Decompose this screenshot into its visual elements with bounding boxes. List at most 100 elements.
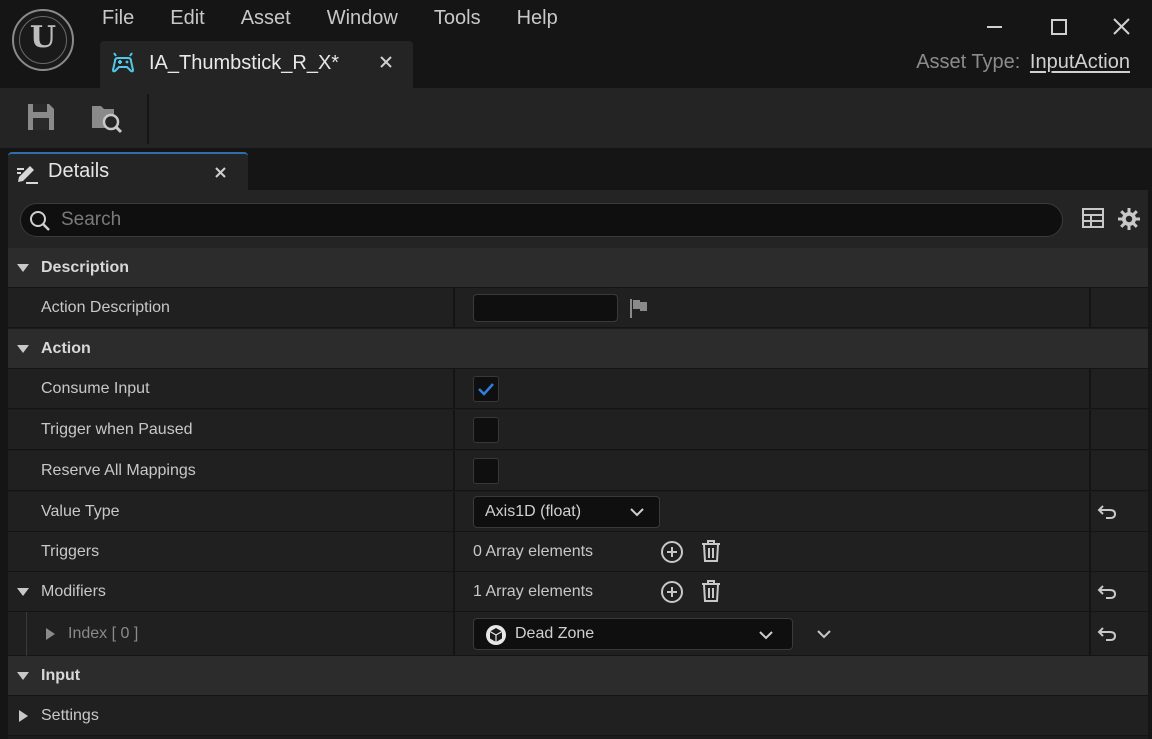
property-label: Consume Input — [41, 380, 150, 397]
column-divider — [1089, 532, 1091, 571]
category-label: Action — [41, 340, 91, 357]
value-type-dropdown[interactable]: Axis1D (float) — [473, 496, 660, 528]
expand-down-icon[interactable] — [16, 262, 30, 274]
details-tab-label: Details — [48, 160, 110, 182]
menu-bar: File Edit Asset Window Tools Help — [102, 6, 594, 30]
trigger-when-paused-checkbox[interactable] — [473, 417, 499, 443]
category-action[interactable]: Action — [8, 329, 1148, 369]
trash-icon[interactable] — [700, 539, 722, 563]
chevron-down-icon — [759, 631, 773, 640]
column-divider[interactable] — [453, 410, 455, 449]
property-row-modifiers[interactable]: Modifiers 1 Array elements — [8, 572, 1148, 612]
search-box[interactable] — [20, 203, 1063, 237]
index-label: Index [ 0 ] — [68, 625, 139, 642]
column-divider[interactable] — [453, 492, 455, 531]
search-row — [8, 190, 1148, 248]
consume-input-checkbox[interactable] — [473, 376, 499, 402]
reset-to-default-icon[interactable] — [1097, 503, 1117, 521]
menu-window[interactable]: Window — [327, 6, 398, 30]
triggers-array-count: 0 Array elements — [473, 543, 594, 560]
property-label: Triggers — [41, 543, 100, 560]
value-type-selected: Axis1D (float) — [485, 503, 582, 520]
column-divider — [1089, 492, 1091, 531]
column-divider — [1089, 288, 1091, 327]
action-description-field[interactable] — [473, 294, 618, 322]
toolbar-separator — [147, 94, 149, 144]
indent-guide — [26, 612, 27, 656]
column-divider[interactable] — [453, 451, 455, 490]
class-cube-icon — [486, 625, 506, 645]
details-tab[interactable]: Details — [8, 152, 248, 192]
column-divider — [1089, 369, 1091, 408]
expand-down-icon[interactable] — [16, 343, 30, 355]
modifier-class-selected: Dead Zone — [515, 625, 595, 642]
reset-to-default-icon[interactable] — [1097, 625, 1117, 643]
property-label: Reserve All Mappings — [41, 462, 196, 479]
asset-type-indicator: Asset Type: InputAction — [916, 51, 1130, 74]
element-options-chevron-icon[interactable] — [816, 628, 832, 640]
property-label: Settings — [41, 707, 99, 724]
property-row-trigger-when-paused: Trigger when Paused — [8, 410, 1148, 450]
column-divider — [1089, 572, 1091, 611]
add-element-icon[interactable] — [660, 580, 684, 604]
asset-type-label: Asset Type: — [916, 51, 1021, 73]
property-label: Trigger when Paused — [41, 421, 193, 438]
toolbar — [0, 88, 1152, 148]
category-label: Description — [41, 259, 130, 276]
property-row-modifier-index-0[interactable]: Index [ 0 ] Dead Zone — [8, 612, 1148, 656]
menu-tools[interactable]: Tools — [434, 6, 481, 30]
menu-asset[interactable]: Asset — [241, 6, 291, 30]
logo-letter: U — [29, 20, 57, 55]
details-panel: Description Action Description Action Co… — [8, 190, 1148, 739]
gear-icon[interactable] — [1117, 207, 1141, 231]
property-label: Modifiers — [41, 583, 106, 600]
close-tab-icon[interactable] — [379, 55, 393, 69]
category-description[interactable]: Description — [8, 248, 1148, 288]
save-icon[interactable] — [24, 100, 58, 134]
menu-edit[interactable]: Edit — [170, 6, 204, 30]
column-divider[interactable] — [453, 532, 455, 571]
trash-icon[interactable] — [700, 579, 722, 603]
close-details-icon[interactable] — [214, 166, 227, 179]
column-divider[interactable] — [453, 612, 455, 655]
category-label: Input — [41, 667, 81, 684]
column-divider[interactable] — [453, 369, 455, 408]
menu-help[interactable]: Help — [517, 6, 558, 30]
maximize-icon[interactable] — [1044, 12, 1074, 42]
modifier-class-dropdown[interactable]: Dead Zone — [473, 618, 793, 650]
localization-flag-icon[interactable] — [628, 297, 650, 319]
search-icon — [30, 211, 50, 231]
category-input[interactable]: Input — [8, 656, 1148, 696]
property-label: Action Description — [41, 299, 170, 316]
property-row-action-description: Action Description — [8, 288, 1148, 328]
browse-folder-icon[interactable] — [89, 100, 123, 134]
input-action-icon — [111, 52, 135, 73]
document-tab[interactable]: IA_Thumbstick_R_X* — [100, 41, 413, 88]
close-window-icon[interactable] — [1107, 12, 1137, 42]
document-tab-label: IA_Thumbstick_R_X* — [149, 52, 340, 74]
property-row-settings[interactable]: Settings — [8, 696, 1148, 736]
checkmark-icon — [478, 383, 494, 396]
table-view-icon[interactable] — [1082, 207, 1104, 229]
expand-down-icon[interactable] — [16, 586, 30, 598]
chevron-down-icon — [630, 508, 644, 517]
menu-file[interactable]: File — [102, 6, 134, 30]
property-row-value-type: Value Type Axis1D (float) — [8, 492, 1148, 532]
expand-right-icon[interactable] — [44, 627, 56, 641]
column-divider — [1089, 410, 1091, 449]
property-row-reserve-all-mappings: Reserve All Mappings — [8, 451, 1148, 491]
unreal-logo-icon[interactable]: U — [12, 9, 74, 71]
add-element-icon[interactable] — [660, 540, 684, 564]
reserve-all-mappings-checkbox[interactable] — [473, 458, 499, 484]
reset-to-default-icon[interactable] — [1097, 583, 1117, 601]
column-divider[interactable] — [453, 572, 455, 611]
column-divider[interactable] — [453, 288, 455, 327]
title-bar: U File Edit Asset Window Tools Help IA_T… — [0, 0, 1152, 88]
expand-down-icon[interactable] — [16, 670, 30, 682]
column-divider — [1089, 612, 1091, 655]
expand-right-icon[interactable] — [16, 710, 30, 722]
minimize-icon[interactable] — [980, 12, 1010, 42]
property-label: Value Type — [41, 503, 120, 520]
asset-type-link[interactable]: InputAction — [1030, 51, 1130, 73]
search-input[interactable] — [61, 206, 1041, 234]
